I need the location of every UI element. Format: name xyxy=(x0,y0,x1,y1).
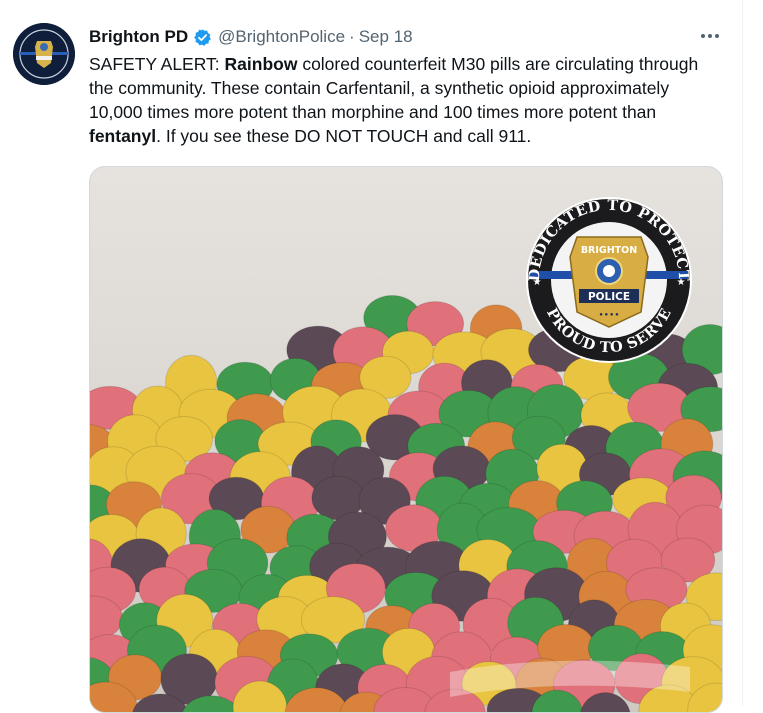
badge-shield-banner-text: POLICE xyxy=(588,291,630,303)
tweet-photo[interactable]: DEDICATED TO PROTECT PROUD TO SERVE ★ ★ … xyxy=(89,166,723,713)
display-name[interactable]: Brighton PD xyxy=(89,27,188,47)
svg-text:● ● ● ●: ● ● ● ● xyxy=(599,312,619,318)
verified-badge-icon xyxy=(193,28,212,47)
tweet-date[interactable]: Sep 18 xyxy=(359,27,413,47)
police-badge-logo: DEDICATED TO PROTECT PROUD TO SERVE ★ ★ … xyxy=(526,197,692,363)
separator-dot: · xyxy=(349,27,355,46)
svg-text:★: ★ xyxy=(533,277,542,288)
column-divider xyxy=(742,0,743,706)
user-handle[interactable]: @BrightonPolice xyxy=(218,27,345,47)
tweet-text-part-1: SAFETY ALERT: xyxy=(89,54,225,74)
svg-text:★: ★ xyxy=(677,277,686,288)
more-horizontal-icon[interactable] xyxy=(694,24,726,48)
tweet[interactable]: Brighton PD @BrightonPolice · Sep 18 SAF… xyxy=(0,0,742,713)
tweet-header: Brighton PD @BrightonPolice · Sep 18 xyxy=(89,25,413,49)
tweet-text-bold-fentanyl: fentanyl xyxy=(89,126,157,146)
tweet-text-part-3: . If you see these DO NOT TOUCH and call… xyxy=(156,126,532,146)
badge-shield-top-text: BRIGHTON xyxy=(581,245,637,256)
tweet-text: SAFETY ALERT: Rainbow colored counterfei… xyxy=(89,52,725,148)
tweet-text-bold-rainbow: Rainbow xyxy=(224,54,298,74)
avatar[interactable] xyxy=(13,23,75,85)
